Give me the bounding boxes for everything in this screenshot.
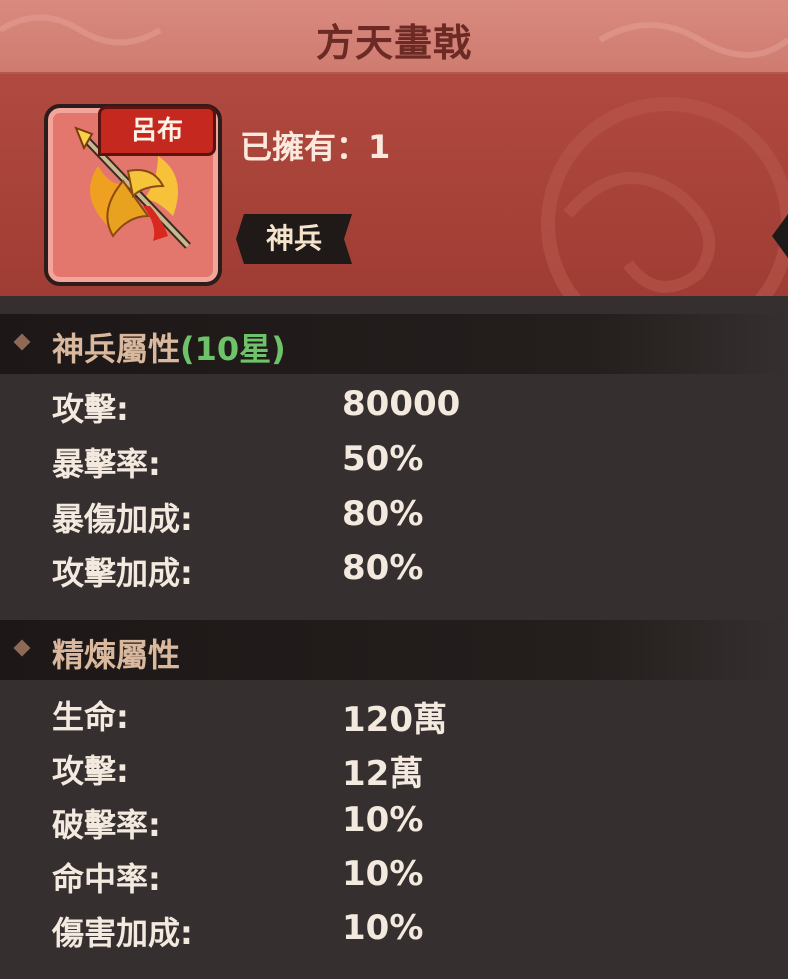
stat-key: 傷害加成: [52,914,193,952]
stat-key: 生命: [52,698,129,736]
stat-row: 攻擊: 80000 [0,384,788,434]
stat-row: 傷害加成: 10% [0,908,788,958]
diamond-icon [13,639,31,657]
stat-key: 攻擊加成: [52,554,193,592]
stat-row: 暴傷加成: 80% [0,494,788,544]
type-badge: 神兵 [236,214,352,264]
stat-value: 80000 [342,384,461,424]
title-bar: 方天畫戟 [0,0,788,74]
star-level: (10星) [180,330,286,368]
stat-key: 破擊率: [52,806,161,844]
diamond-icon [13,333,31,351]
stat-row: 暴擊率: 50% [0,439,788,489]
stat-row: 生命: 120萬 [0,692,788,742]
page-title: 方天畫戟 [315,21,472,65]
section-header-divine-attributes: 神兵屬性(10星) [0,314,788,374]
stat-row: 命中率: 10% [0,854,788,904]
stat-key: 暴傷加成: [52,500,193,538]
stat-row: 攻擊加成: 80% [0,548,788,598]
stat-value: 80% [342,494,424,534]
owned-count: 已擁有：1 [240,128,391,166]
cloud-pattern-icon [541,97,788,296]
stat-value: 80% [342,548,424,588]
stat-value: 10% [342,908,424,948]
stat-row: 破擊率: 10% [0,800,788,850]
stat-value: 50% [342,439,424,479]
stat-key: 暴擊率: [52,445,161,483]
stat-value: 10% [342,854,424,894]
owner-tag: 呂布 [98,106,216,156]
next-arrow-icon[interactable] [772,214,788,258]
section-title: 精煉屬性 [52,636,181,674]
stat-key: 命中率: [52,860,161,898]
stat-row: 攻擊: 12萬 [0,746,788,796]
stat-value: 120萬 [342,700,447,740]
stat-value: 12萬 [342,754,424,794]
section-header-refine-attributes: 精煉屬性 [0,620,788,680]
stat-key: 攻擊: [52,390,129,428]
stat-value: 10% [342,800,424,840]
stat-key: 攻擊: [52,752,129,790]
section-title: 神兵屬性 [52,330,181,368]
